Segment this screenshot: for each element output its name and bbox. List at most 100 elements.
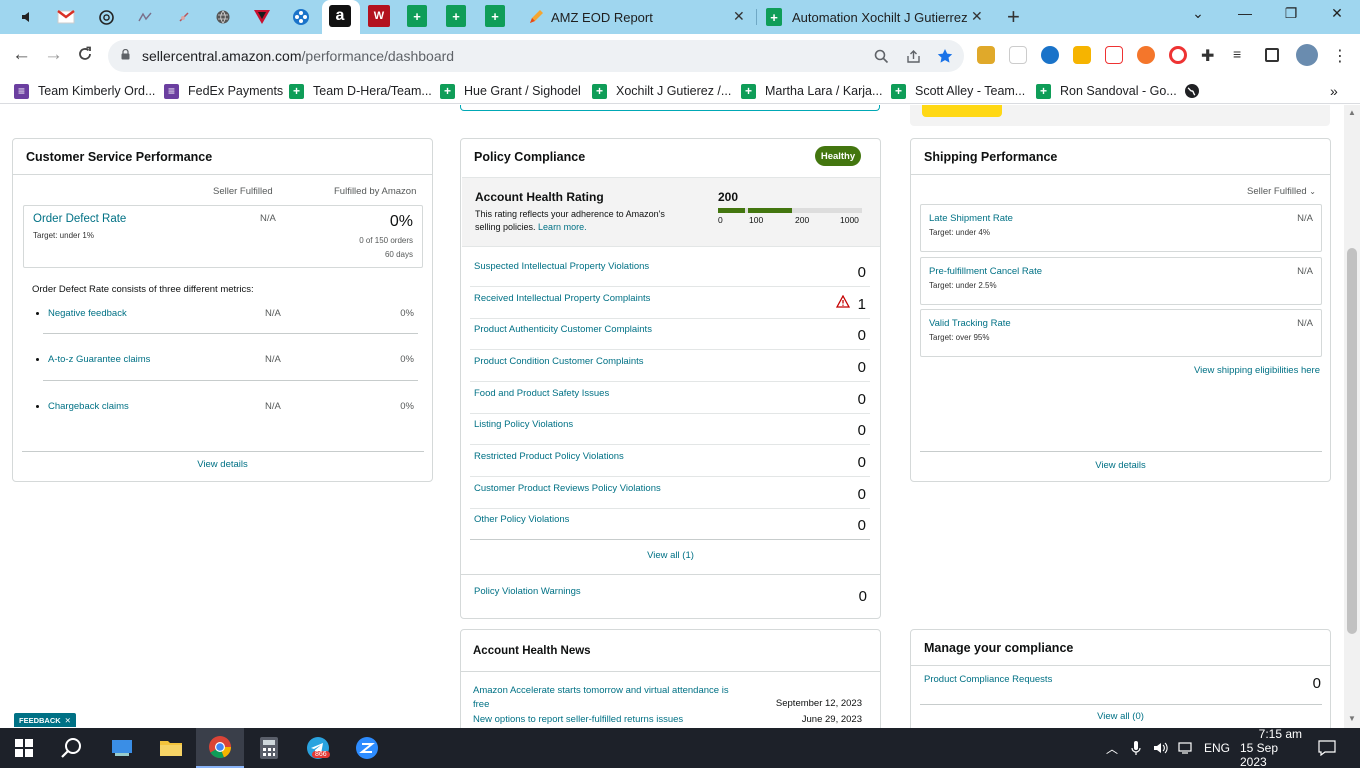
scrollbar-thumb[interactable] bbox=[1347, 248, 1357, 634]
policy-row[interactable]: Customer Product Reviews Policy Violatio… bbox=[470, 478, 870, 509]
clock[interactable]: 7:15 am 15 Sep 2023 bbox=[1240, 727, 1302, 768]
bookmark-star-icon[interactable] bbox=[937, 48, 953, 64]
page-scrollbar[interactable]: ▲ ▼ bbox=[1344, 105, 1360, 728]
policy-row[interactable]: Product Condition Customer Complaints 0 bbox=[470, 351, 870, 382]
policy-row-label[interactable]: Other Policy Violations bbox=[474, 514, 569, 525]
metric-link[interactable]: Valid Tracking Rate bbox=[929, 318, 1011, 329]
extensions-puzzle-icon[interactable]: ✚ bbox=[1201, 46, 1219, 65]
policy-row[interactable]: Other Policy Violations 0 bbox=[470, 509, 870, 540]
chargeback-claims-link[interactable]: Chargeback claims bbox=[48, 401, 129, 412]
tab-favicon-dots[interactable] bbox=[289, 5, 313, 29]
close-icon[interactable]: ✕ bbox=[65, 716, 71, 725]
network-icon[interactable] bbox=[1178, 728, 1194, 768]
file-explorer-icon[interactable] bbox=[147, 728, 195, 768]
search-icon[interactable] bbox=[48, 728, 96, 768]
order-defect-rate-link[interactable]: Order Defect Rate bbox=[33, 213, 126, 225]
metric-link[interactable]: Late Shipment Rate bbox=[929, 213, 1013, 224]
scroll-up-arrow[interactable]: ▲ bbox=[1348, 108, 1356, 117]
policy-row-label[interactable]: Suspected Intellectual Property Violatio… bbox=[474, 261, 649, 272]
close-window-button[interactable]: ✕ bbox=[1327, 5, 1347, 22]
feedback-button[interactable]: FEEDBACK ✕ bbox=[14, 713, 76, 727]
globe-icon[interactable] bbox=[211, 5, 235, 29]
reload-button[interactable] bbox=[77, 44, 93, 68]
policy-violation-warnings-link[interactable]: Policy Violation Warnings bbox=[474, 586, 581, 597]
tab-favicon-2[interactable] bbox=[172, 5, 196, 29]
negative-feedback-link[interactable]: Negative feedback bbox=[48, 308, 127, 319]
extension-icon-3[interactable] bbox=[1041, 46, 1059, 64]
policy-row[interactable]: Food and Product Safety Issues 0 bbox=[470, 383, 870, 414]
fulfillment-filter-dropdown[interactable]: Seller Fulfilled ⌄ bbox=[1247, 186, 1316, 197]
metric-link[interactable]: Pre-fulfillment Cancel Rate bbox=[929, 266, 1042, 277]
ww-icon[interactable]: W bbox=[368, 5, 390, 27]
microphone-icon[interactable] bbox=[1131, 728, 1141, 768]
share-icon[interactable] bbox=[906, 49, 921, 64]
scroll-down-arrow[interactable]: ▼ bbox=[1348, 714, 1356, 723]
bookmark-item[interactable]: + Martha Lara / Karja... bbox=[741, 82, 882, 100]
view-all-compliance-link[interactable]: View all (0) bbox=[911, 711, 1330, 722]
media-control-icon[interactable]: ≡ bbox=[1233, 46, 1251, 64]
news-item-link[interactable]: Amazon Accelerate starts tomorrow and vi… bbox=[473, 684, 743, 712]
calculator-icon[interactable] bbox=[245, 728, 293, 768]
extension-icon-7[interactable] bbox=[1169, 46, 1187, 64]
tab-search-icon[interactable]: ⌄ bbox=[1188, 5, 1208, 22]
volume-icon[interactable] bbox=[1153, 728, 1169, 768]
tab-favicon-triangle[interactable] bbox=[250, 5, 274, 29]
bookmark-item[interactable]: + Ron Sandoval - Go... bbox=[1036, 82, 1177, 100]
policy-row[interactable]: Product Authenticity Customer Complaints… bbox=[470, 319, 870, 350]
bookmark-item[interactable]: + Team D-Hera/Team... bbox=[289, 82, 432, 100]
tab-amz-eod-report[interactable]: AMZ EOD Report bbox=[520, 0, 756, 34]
sheets-icon[interactable]: + bbox=[407, 5, 427, 27]
tray-chevron-icon[interactable]: ︿ bbox=[1106, 728, 1118, 768]
bookmark-item[interactable]: + Xochilt J Gutierez /... bbox=[592, 82, 731, 100]
chatgpt-icon[interactable] bbox=[94, 5, 118, 29]
policy-row[interactable]: Suspected Intellectual Property Violatio… bbox=[470, 256, 870, 287]
mute-icon[interactable] bbox=[16, 5, 40, 29]
sheets-icon[interactable]: + bbox=[485, 5, 505, 27]
bookmark-globe-icon[interactable] bbox=[1184, 82, 1200, 100]
minimize-button[interactable]: — bbox=[1235, 5, 1255, 21]
extension-icon-1[interactable] bbox=[977, 46, 995, 64]
bookmark-item[interactable]: ≡ Team Kimberly Ord... bbox=[14, 82, 155, 100]
app-icon[interactable] bbox=[98, 728, 146, 768]
view-details-link[interactable]: View details bbox=[13, 459, 432, 470]
learn-more-link[interactable]: Learn more. bbox=[538, 222, 587, 232]
view-details-link[interactable]: View details bbox=[911, 460, 1330, 471]
profile-avatar[interactable] bbox=[1296, 44, 1318, 66]
tab-favicon-1[interactable] bbox=[133, 5, 157, 29]
close-tab-icon[interactable]: ✕ bbox=[971, 8, 983, 25]
notifications-icon[interactable] bbox=[1318, 728, 1336, 768]
bookmarks-overflow-icon[interactable]: » bbox=[1330, 82, 1338, 100]
extension-icon-2[interactable] bbox=[1009, 46, 1027, 64]
policy-row-label[interactable]: Food and Product Safety Issues bbox=[474, 388, 609, 399]
policy-row-label[interactable]: Product Authenticity Customer Complaints bbox=[474, 324, 652, 335]
forward-button[interactable]: → bbox=[44, 44, 63, 66]
address-bar[interactable]: sellercentral.amazon.com/performance/das… bbox=[108, 40, 964, 72]
chrome-icon[interactable] bbox=[196, 728, 244, 768]
extension-icon-5[interactable] bbox=[1105, 46, 1123, 64]
telegram-icon[interactable]: 866 bbox=[294, 728, 342, 768]
previous-panel-button[interactable] bbox=[922, 105, 1002, 117]
policy-row-label[interactable]: Received Intellectual Property Complaint… bbox=[474, 293, 650, 304]
new-tab-button[interactable]: + bbox=[1007, 4, 1020, 30]
side-panel-icon[interactable] bbox=[1265, 48, 1279, 62]
gmail-icon[interactable] bbox=[54, 5, 78, 29]
language-indicator[interactable]: ENG bbox=[1204, 728, 1230, 768]
policy-row[interactable]: Received Intellectual Property Complaint… bbox=[470, 288, 870, 319]
extension-icon-4[interactable] bbox=[1073, 46, 1091, 64]
bookmark-item[interactable]: ≡ FedEx Payments bbox=[164, 82, 283, 100]
menu-icon[interactable]: ⋮ bbox=[1332, 46, 1350, 65]
restore-button[interactable]: ❐ bbox=[1281, 5, 1301, 22]
zoom-icon[interactable] bbox=[874, 49, 889, 64]
product-compliance-requests-link[interactable]: Product Compliance Requests bbox=[924, 674, 1052, 685]
shipping-eligibilities-link[interactable]: View shipping eligibilities here bbox=[1194, 365, 1320, 376]
policy-row-label[interactable]: Listing Policy Violations bbox=[474, 419, 573, 430]
sheets-icon[interactable]: + bbox=[446, 5, 466, 27]
zoom-app-icon[interactable] bbox=[343, 728, 391, 768]
policy-row-label[interactable]: Product Condition Customer Complaints bbox=[474, 356, 644, 367]
news-item-link[interactable]: New options to report seller-fulfilled r… bbox=[473, 714, 683, 725]
bookmark-item[interactable]: + Scott Alley - Team... bbox=[891, 82, 1025, 100]
policy-row[interactable]: Listing Policy Violations 0 bbox=[470, 414, 870, 445]
bookmark-item[interactable]: + Hue Grant / Sighodel bbox=[440, 82, 581, 100]
policy-row-label[interactable]: Customer Product Reviews Policy Violatio… bbox=[474, 483, 661, 494]
policy-row-label[interactable]: Restricted Product Policy Violations bbox=[474, 451, 624, 462]
